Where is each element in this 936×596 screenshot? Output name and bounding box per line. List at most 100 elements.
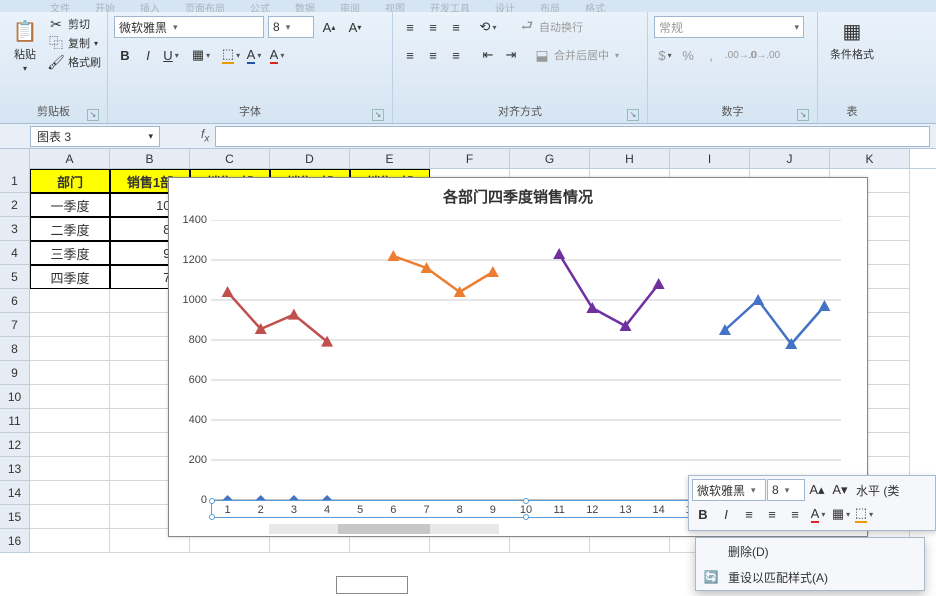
formula-bar[interactable] — [215, 126, 930, 147]
conditional-format-button[interactable]: ▦ 条件格式 — [824, 16, 880, 64]
cell[interactable] — [30, 505, 110, 529]
row-header-2[interactable]: 2 — [0, 193, 30, 217]
row-header-3[interactable]: 3 — [0, 217, 30, 241]
mini-border[interactable]: ▦ — [830, 503, 852, 525]
comma-button[interactable]: , — [700, 44, 722, 66]
align-bottom-button[interactable]: ≡ — [445, 16, 467, 38]
col-header-A[interactable]: A — [30, 149, 110, 168]
accounting-button[interactable]: $ — [654, 44, 676, 66]
floating-input[interactable] — [336, 576, 408, 594]
tab-审阅[interactable]: 审阅 — [340, 0, 360, 12]
col-header-B[interactable]: B — [110, 149, 190, 168]
ctx-delete[interactable]: 删除(D) — [696, 538, 924, 564]
mini-align-right[interactable]: ≡ — [784, 503, 806, 525]
number-launcher[interactable]: ↘ — [797, 109, 809, 121]
chart-scrollbar[interactable] — [269, 524, 499, 534]
row-header-8[interactable]: 8 — [0, 337, 30, 361]
cell[interactable]: 部门 — [30, 169, 110, 193]
row-header-12[interactable]: 12 — [0, 433, 30, 457]
tab-视图[interactable]: 视图 — [385, 0, 405, 12]
tab-文件[interactable]: 文件 — [50, 0, 70, 12]
italic-button[interactable]: I — [137, 44, 159, 66]
row-header-15[interactable]: 15 — [0, 505, 30, 529]
cell[interactable]: 一季度 — [30, 193, 110, 217]
clipboard-launcher[interactable]: ↘ — [87, 109, 99, 121]
font-launcher[interactable]: ↘ — [372, 109, 384, 121]
mini-italic[interactable]: I — [715, 503, 737, 525]
row-header-16[interactable]: 16 — [0, 529, 30, 553]
row-header-10[interactable]: 10 — [0, 385, 30, 409]
fill-color-button[interactable]: ⬚ — [220, 44, 242, 66]
shrink-font-button[interactable]: A▾ — [344, 16, 366, 38]
col-header-G[interactable]: G — [510, 149, 590, 168]
mini-font-combo[interactable]: 微软雅黑▾ — [692, 479, 766, 501]
cell[interactable] — [30, 433, 110, 457]
col-header-H[interactable]: H — [590, 149, 670, 168]
decrease-decimal-button[interactable]: .0→.00 — [753, 44, 775, 66]
orientation-button[interactable]: ⟲ — [477, 16, 499, 38]
cell[interactable]: 四季度 — [30, 265, 110, 289]
col-header-F[interactable]: F — [430, 149, 510, 168]
wrap-text-button[interactable]: ⮐自动换行 — [519, 19, 583, 35]
cell[interactable] — [30, 361, 110, 385]
row-header-9[interactable]: 9 — [0, 361, 30, 385]
font-name-combo[interactable]: 微软雅黑▾ — [114, 16, 264, 38]
cell[interactable] — [30, 409, 110, 433]
row-header-7[interactable]: 7 — [0, 313, 30, 337]
font-size-combo[interactable]: 8▾ — [268, 16, 314, 38]
col-header-E[interactable]: E — [350, 149, 430, 168]
mini-size-combo[interactable]: 8▾ — [767, 479, 805, 501]
bold-button[interactable]: B — [114, 44, 136, 66]
cell[interactable] — [30, 385, 110, 409]
cut-button[interactable]: ✂剪切 — [48, 16, 101, 32]
borders-button[interactable]: ▦ — [190, 44, 212, 66]
tab-格式[interactable]: 格式 — [585, 0, 605, 12]
chart-title[interactable]: 各部门四季度销售情况 — [169, 178, 867, 211]
mini-grow-font[interactable]: A▴ — [806, 479, 828, 501]
format-painter-button[interactable]: 🖌格式刷 — [48, 54, 101, 70]
cell[interactable]: 二季度 — [30, 217, 110, 241]
col-header-K[interactable]: K — [830, 149, 910, 168]
mini-align-center[interactable]: ≡ — [761, 503, 783, 525]
mini-fill[interactable]: ⬚ — [853, 503, 875, 525]
row-header-6[interactable]: 6 — [0, 289, 30, 313]
tab-页面布局[interactable]: 页面布局 — [185, 0, 225, 12]
tab-公式[interactable]: 公式 — [250, 0, 270, 12]
row-header-13[interactable]: 13 — [0, 457, 30, 481]
align-center-button[interactable]: ≡ — [422, 44, 444, 66]
tab-布局[interactable]: 布局 — [540, 0, 560, 12]
underline-button[interactable]: U — [160, 44, 182, 66]
tab-插入[interactable]: 插入 — [140, 0, 160, 12]
decrease-indent-button[interactable]: ⇤ — [477, 44, 499, 66]
align-launcher[interactable]: ↘ — [627, 109, 639, 121]
row-header-11[interactable]: 11 — [0, 409, 30, 433]
tab-数据[interactable]: 数据 — [295, 0, 315, 12]
tab-设计[interactable]: 设计 — [495, 0, 515, 12]
cell[interactable] — [30, 457, 110, 481]
cell[interactable]: 三季度 — [30, 241, 110, 265]
font-color-red-button[interactable]: A — [266, 44, 288, 66]
mini-align-left[interactable]: ≡ — [738, 503, 760, 525]
col-header-D[interactable]: D — [270, 149, 350, 168]
tab-开始[interactable]: 开始 — [95, 0, 115, 12]
align-left-button[interactable]: ≡ — [399, 44, 421, 66]
chart-plot[interactable]: 0200400600800100012001400123456789101112… — [211, 220, 841, 500]
grow-font-button[interactable]: A▴ — [318, 16, 340, 38]
increase-indent-button[interactable]: ⇥ — [500, 44, 522, 66]
select-all-corner[interactable] — [0, 149, 30, 169]
row-header-4[interactable]: 4 — [0, 241, 30, 265]
font-color-blue-button[interactable]: A — [243, 44, 265, 66]
col-header-J[interactable]: J — [750, 149, 830, 168]
row-header-1[interactable]: 1 — [0, 169, 30, 193]
row-header-14[interactable]: 14 — [0, 481, 30, 505]
cell[interactable] — [30, 481, 110, 505]
align-right-button[interactable]: ≡ — [445, 44, 467, 66]
merge-center-button[interactable]: ⬓合并后居中▾ — [534, 47, 619, 63]
col-header-C[interactable]: C — [190, 149, 270, 168]
align-middle-button[interactable]: ≡ — [422, 16, 444, 38]
number-format-combo[interactable]: 常规▾ — [654, 16, 804, 38]
fx-icon[interactable]: fx — [195, 127, 215, 144]
col-header-I[interactable]: I — [670, 149, 750, 168]
row-header-5[interactable]: 5 — [0, 265, 30, 289]
cell[interactable] — [30, 289, 110, 313]
